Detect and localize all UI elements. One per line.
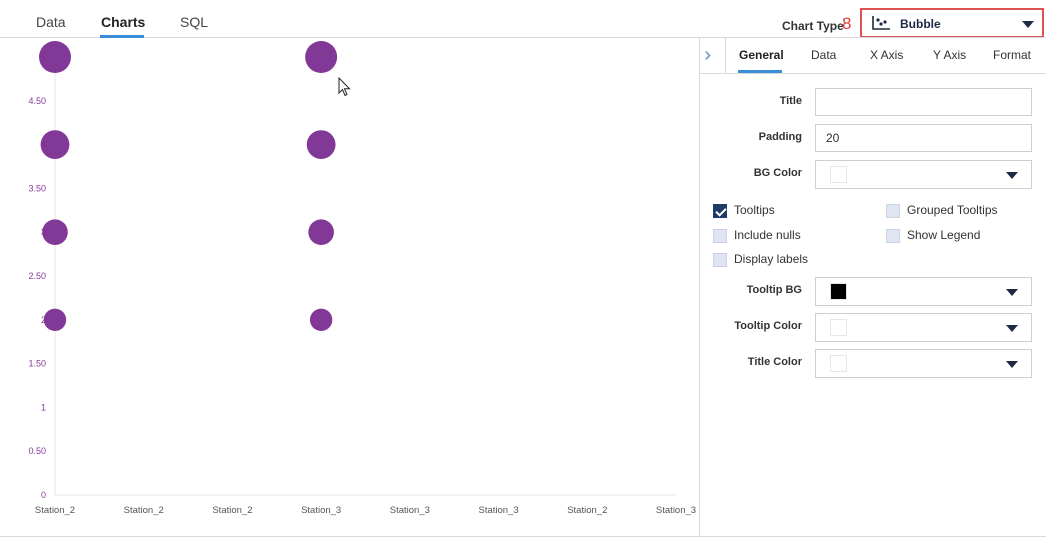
tooltip-color-select[interactable] bbox=[815, 313, 1032, 342]
title-input[interactable] bbox=[815, 88, 1032, 116]
y-tick-label: 0.50 bbox=[28, 446, 46, 456]
chart-settings-panel: ›› General Data X Axis Y Axis Format Tit… bbox=[700, 38, 1046, 536]
chevron-down-icon bbox=[1006, 172, 1018, 179]
y-tick-label: 2.50 bbox=[28, 271, 46, 281]
bubble-point bbox=[39, 41, 71, 73]
bubble-chart: 00.5011.5022.5033.5044.505Station_2Stati… bbox=[0, 38, 700, 536]
collapse-panel-button[interactable]: ›› bbox=[700, 38, 726, 74]
include-nulls-checkbox[interactable] bbox=[713, 229, 727, 243]
tab-sql[interactable]: SQL bbox=[180, 14, 208, 30]
chart-type-select[interactable]: Bubble bbox=[860, 8, 1044, 38]
active-settings-tab-indicator bbox=[738, 70, 782, 73]
chevron-down-icon bbox=[1006, 361, 1018, 368]
tab-general[interactable]: General bbox=[739, 48, 784, 62]
bubble-point bbox=[305, 41, 338, 73]
app-window: Data Charts SQL Chart Type 8 Bubble 0 0.5… bbox=[0, 0, 1054, 542]
display-labels-checkbox[interactable] bbox=[713, 253, 727, 267]
tooltips-checkbox[interactable] bbox=[713, 204, 727, 218]
tab-data[interactable]: Data bbox=[36, 14, 66, 30]
padding-input[interactable] bbox=[815, 124, 1032, 152]
include-nulls-label: Include nulls bbox=[734, 228, 801, 242]
tooltips-label: Tooltips bbox=[734, 203, 775, 217]
x-tick-label: Station_2 bbox=[35, 505, 75, 516]
double-chevron-right-icon: ›› bbox=[704, 44, 713, 66]
tooltip-bg-label: Tooltip BG bbox=[746, 284, 802, 296]
padding-label: Padding bbox=[758, 131, 802, 143]
bg-color-select[interactable] bbox=[815, 160, 1032, 189]
bubble-point bbox=[308, 219, 334, 245]
x-tick-label: Station_3 bbox=[301, 505, 341, 516]
title-color-swatch bbox=[830, 355, 847, 372]
y-tick-label: 0 bbox=[41, 490, 46, 500]
chevron-down-icon bbox=[1022, 21, 1034, 28]
title-color-select[interactable] bbox=[815, 349, 1032, 378]
bg-color-label: BG Color bbox=[753, 167, 802, 179]
tooltip-color-swatch bbox=[830, 319, 847, 336]
chevron-down-icon bbox=[1006, 325, 1018, 332]
chart-canvas: 00.5011.5022.5033.5044.505Station_2Stati… bbox=[28, 41, 696, 516]
chart-type-label: Chart Type bbox=[782, 19, 844, 33]
title-label: Title bbox=[779, 95, 802, 107]
chart-type-value: Bubble bbox=[900, 17, 941, 31]
bottom-divider bbox=[0, 536, 1046, 537]
bubble-point bbox=[40, 130, 70, 159]
bubble-point bbox=[43, 308, 67, 331]
scatter-chart-icon bbox=[872, 16, 890, 30]
bg-color-swatch bbox=[830, 166, 847, 183]
x-tick-label: Station_2 bbox=[567, 505, 607, 516]
x-tick-label: Station_3 bbox=[478, 505, 518, 516]
chevron-down-icon bbox=[1006, 289, 1018, 296]
grouped-tooltips-label: Grouped Tooltips bbox=[907, 203, 998, 217]
display-labels-label: Display labels bbox=[734, 252, 809, 266]
bubble-point bbox=[42, 219, 68, 245]
settings-tab-bar: ›› General Data X Axis Y Axis Format bbox=[700, 38, 1046, 74]
x-tick-label: Station_2 bbox=[124, 505, 164, 516]
tab-data-settings[interactable]: Data bbox=[811, 48, 836, 62]
tooltip-color-label: Tooltip Color bbox=[734, 320, 802, 332]
show-legend-label: Show Legend bbox=[907, 228, 981, 242]
top-tab-bar: Data Charts SQL bbox=[0, 0, 700, 38]
show-legend-checkbox[interactable] bbox=[886, 229, 900, 243]
tooltip-bg-swatch bbox=[830, 283, 847, 300]
title-color-label: Title Color bbox=[747, 356, 802, 368]
y-tick-label: 1 bbox=[41, 402, 46, 412]
tab-charts[interactable]: Charts bbox=[101, 14, 145, 30]
x-tick-label: Station_3 bbox=[656, 505, 696, 516]
x-tick-label: Station_2 bbox=[212, 505, 252, 516]
tab-y-axis[interactable]: Y Axis bbox=[933, 48, 966, 62]
tab-format[interactable]: Format bbox=[993, 48, 1031, 62]
bubble-point bbox=[309, 308, 333, 331]
y-tick-label: 4.50 bbox=[28, 96, 46, 106]
grouped-tooltips-checkbox[interactable] bbox=[886, 204, 900, 218]
y-tick-label: 1.50 bbox=[28, 359, 46, 369]
x-tick-label: Station_3 bbox=[390, 505, 430, 516]
step-badge: 8 bbox=[842, 14, 852, 33]
bubble-point bbox=[306, 130, 336, 159]
tooltip-bg-select[interactable] bbox=[815, 277, 1032, 306]
y-tick-label: 3.50 bbox=[28, 183, 46, 193]
tab-x-axis[interactable]: X Axis bbox=[870, 48, 903, 62]
